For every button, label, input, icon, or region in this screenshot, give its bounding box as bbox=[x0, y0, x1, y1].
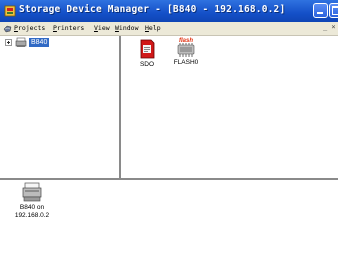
mdi-document-icon[interactable] bbox=[3, 24, 12, 33]
menu-printers[interactable]: Printers bbox=[53, 24, 84, 32]
device-tree: B840 bbox=[0, 36, 121, 178]
device-list: SDO flash FLASH0 bbox=[123, 36, 338, 178]
device-sd0[interactable]: SDO bbox=[135, 39, 159, 68]
tree-item-b840[interactable]: B840 bbox=[29, 38, 50, 47]
tree-expand-toggle[interactable] bbox=[5, 39, 12, 46]
printer-icon bbox=[15, 37, 27, 47]
server-label: B840 on 192.168.0.2 bbox=[14, 204, 50, 219]
printer-icon[interactable] bbox=[21, 182, 43, 202]
flash-chip-icon: flash bbox=[177, 38, 195, 57]
mdi-controls[interactable]: _ × bbox=[323, 23, 336, 31]
app-icon bbox=[4, 5, 16, 17]
device-flash0[interactable]: flash FLASH0 bbox=[174, 36, 199, 66]
minimize-button[interactable] bbox=[313, 3, 328, 18]
menu-view[interactable]: View bbox=[94, 24, 110, 32]
menu-bar: Projects Printers View Window Help _ × bbox=[0, 22, 338, 36]
window-title: Storage Device Manager - [B840 - 192.168… bbox=[19, 4, 286, 15]
sd-card-icon bbox=[140, 39, 155, 59]
menu-help[interactable]: Help bbox=[145, 24, 161, 32]
server-list: B840 on 192.168.0.2 bbox=[0, 180, 338, 264]
title-bar: Storage Device Manager - [B840 - 192.168… bbox=[0, 0, 338, 22]
menu-projects[interactable]: Projects bbox=[14, 24, 45, 32]
menu-window[interactable]: Window bbox=[115, 24, 139, 32]
maximize-button[interactable] bbox=[329, 3, 338, 18]
device-label: FLASH0 bbox=[173, 59, 199, 66]
device-label: SDO bbox=[139, 61, 155, 68]
